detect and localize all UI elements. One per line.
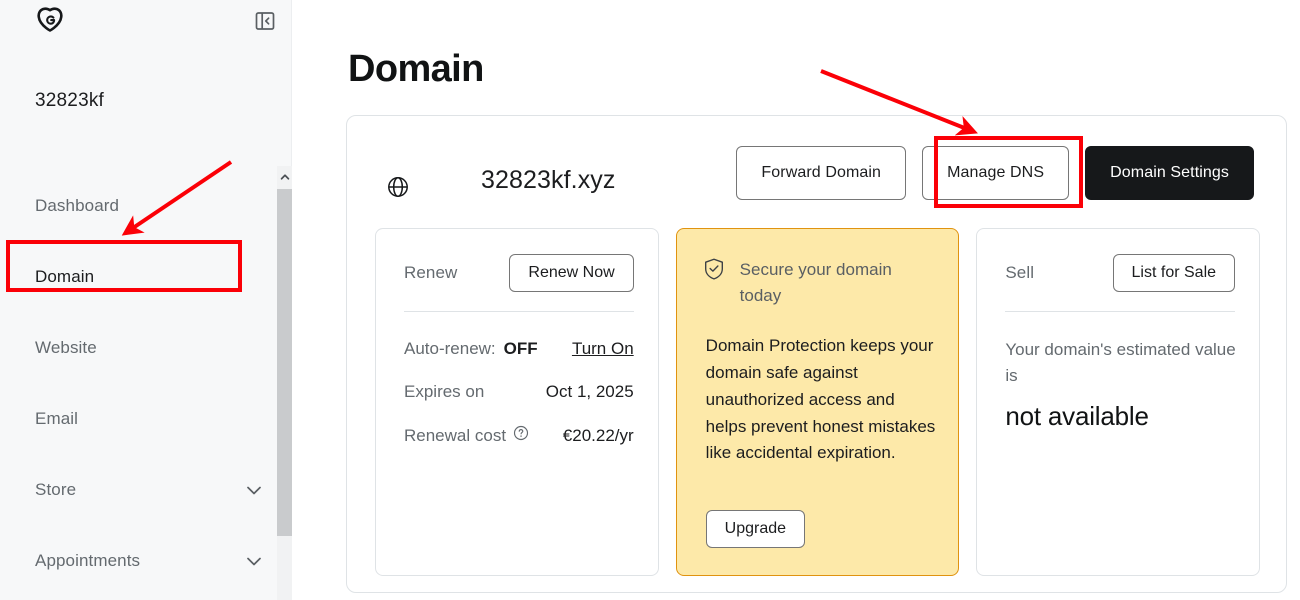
sell-label: Sell: [1005, 263, 1034, 283]
sidebar-item-appointments[interactable]: Appointments: [0, 525, 292, 596]
shield-check-icon: [702, 257, 726, 310]
renew-card: Renew Renew Now Auto-renew: OFF Turn On …: [375, 228, 659, 576]
account-name: 32823kf: [35, 90, 104, 112]
promo-title: Secure your domain today: [740, 257, 930, 310]
renewal-cost-value: €20.22/yr: [563, 426, 634, 446]
expires-value: Oct 1, 2025: [546, 382, 634, 402]
sidebar-item-domain[interactable]: Domain: [0, 241, 292, 312]
renew-label: Renew: [404, 263, 457, 283]
godaddy-logo[interactable]: [33, 6, 67, 40]
auto-renew-row: Auto-renew: OFF Turn On: [404, 339, 634, 359]
sidebar-item-label: Appointments: [35, 551, 140, 571]
panel-cards: Renew Renew Now Auto-renew: OFF Turn On …: [375, 228, 1260, 576]
estimated-value: not available: [1005, 401, 1148, 432]
sidebar-nav: Dashboard Domain Website Email Store: [0, 170, 292, 596]
help-circle-icon[interactable]: [513, 425, 529, 446]
sidebar-item-label: Dashboard: [35, 196, 119, 216]
sidebar-item-label: Store: [35, 480, 76, 500]
renewal-cost-label: Renewal cost: [404, 426, 506, 446]
renewal-cost-row: Renewal cost €20.22/yr: [404, 425, 634, 446]
upgrade-button[interactable]: Upgrade: [706, 510, 805, 548]
sidebar-item-label: Domain: [35, 267, 94, 287]
panel-collapse-icon[interactable]: [252, 8, 278, 34]
forward-domain-button[interactable]: Forward Domain: [736, 146, 906, 200]
sidebar: 32823kf Dashboard Domain Website Email S…: [0, 0, 292, 600]
globe-icon: [386, 175, 410, 204]
auto-renew-label: Auto-renew:: [404, 339, 496, 359]
domain-name: 32823kf.xyz: [481, 166, 616, 195]
sidebar-item-email[interactable]: Email: [0, 383, 292, 454]
list-for-sale-button[interactable]: List for Sale: [1113, 254, 1235, 292]
sidebar-item-label: Email: [35, 409, 78, 429]
sidebar-item-store[interactable]: Store: [0, 454, 292, 525]
renew-card-header: Renew Renew Now: [404, 254, 634, 292]
sidebar-item-website[interactable]: Website: [0, 312, 292, 383]
turn-on-link[interactable]: Turn On: [572, 339, 634, 359]
sell-card: Sell List for Sale Your domain's estimat…: [976, 228, 1260, 576]
divider: [1005, 311, 1235, 312]
promo-body: Domain Protection keeps your domain safe…: [706, 333, 937, 467]
app-root: 32823kf Dashboard Domain Website Email S…: [0, 0, 1300, 600]
sidebar-item-dashboard[interactable]: Dashboard: [0, 170, 292, 241]
sidebar-scrollbar-thumb[interactable]: [277, 189, 292, 536]
divider: [404, 311, 634, 312]
panel-header: 32823kf.xyz Forward Domain Manage DNS Do…: [347, 116, 1288, 228]
panel-actions: Forward Domain Manage DNS Domain Setting…: [736, 146, 1254, 200]
manage-dns-button[interactable]: Manage DNS: [922, 146, 1069, 200]
promo-header: Secure your domain today: [702, 257, 937, 310]
sell-card-header: Sell List for Sale: [1005, 254, 1235, 292]
chevron-down-icon: [244, 480, 264, 500]
page-title: Domain: [348, 48, 484, 91]
auto-renew-value: OFF: [504, 339, 538, 359]
main-content: Domain 32823kf.xyz Forward Domain Manage…: [292, 0, 1300, 600]
domain-protection-card: Secure your domain today Domain Protecti…: [676, 228, 960, 576]
chevron-down-icon: [244, 551, 264, 571]
estimated-value-label: Your domain's estimated value is: [1005, 337, 1237, 388]
domain-panel: 32823kf.xyz Forward Domain Manage DNS Do…: [346, 115, 1287, 593]
renew-now-button[interactable]: Renew Now: [509, 254, 633, 292]
domain-settings-button[interactable]: Domain Settings: [1085, 146, 1254, 200]
sidebar-item-label: Website: [35, 338, 97, 358]
expires-row: Expires on Oct 1, 2025: [404, 382, 634, 402]
chevron-up-icon[interactable]: [277, 166, 292, 188]
sidebar-header: [0, 0, 292, 52]
expires-label: Expires on: [404, 382, 484, 402]
